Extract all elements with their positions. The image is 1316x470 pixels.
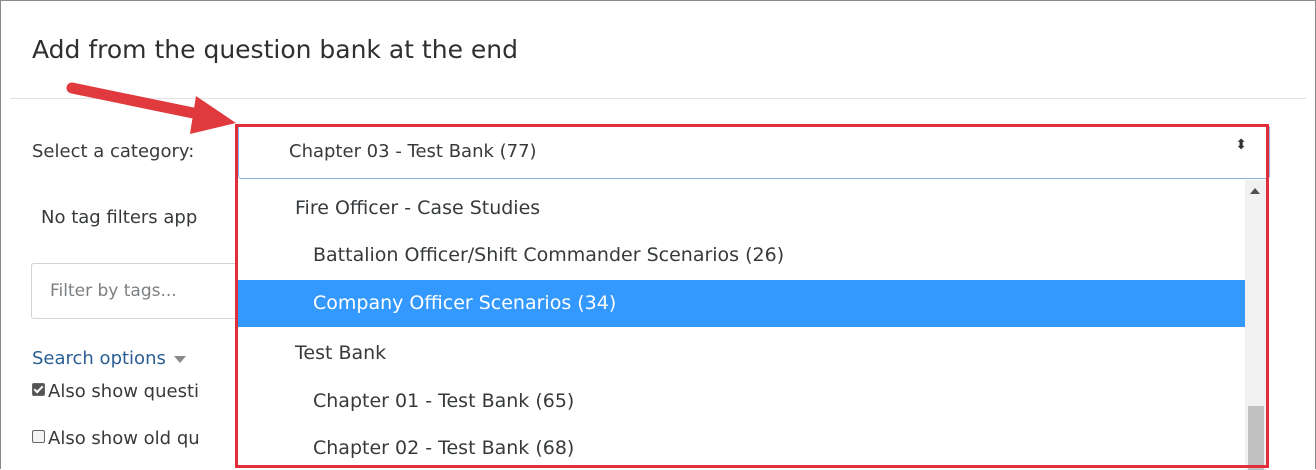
- dropdown-option[interactable]: Test Bank: [238, 330, 1245, 377]
- search-options-toggle[interactable]: Search options: [32, 348, 186, 369]
- caret-down-icon: [173, 355, 186, 363]
- filter-tags-placeholder: Filter by tags...: [50, 281, 177, 301]
- scroll-thumb[interactable]: [1248, 406, 1264, 470]
- category-dropdown-list[interactable]: Fire Officer - Case Studies Battalion Of…: [238, 180, 1267, 470]
- select-caret-icon: ⬍: [1235, 137, 1247, 153]
- dialog: Add from the question bank at the end Se…: [0, 0, 1316, 470]
- show-old-label: Also show old qu: [48, 428, 200, 449]
- show-old-option[interactable]: Also show old qu: [32, 428, 200, 449]
- filter-tags-input[interactable]: Filter by tags...: [31, 263, 271, 319]
- dropdown-option-selected[interactable]: Company Officer Scenarios (34): [238, 280, 1245, 327]
- show-questions-option[interactable]: Also show questi: [32, 381, 199, 402]
- dropdown-scrollbar[interactable]: [1245, 180, 1267, 470]
- category-select[interactable]: Chapter 03 - Test Bank (77) ⬍: [238, 125, 1270, 179]
- tag-filter-status: No tag filters app: [41, 207, 198, 228]
- show-questions-label: Also show questi: [48, 381, 200, 402]
- category-label: Select a category:: [32, 141, 195, 162]
- show-old-checkbox[interactable]: [32, 430, 45, 443]
- dropdown-option[interactable]: Battalion Officer/Shift Commander Scenar…: [238, 232, 1245, 279]
- show-questions-checkbox[interactable]: [32, 383, 45, 396]
- category-select-value: Chapter 03 - Test Bank (77): [289, 141, 537, 162]
- dropdown-option[interactable]: Chapter 01 - Test Bank (65): [238, 378, 1245, 425]
- scroll-up-icon[interactable]: [1250, 188, 1260, 194]
- dropdown-option[interactable]: Fire Officer - Case Studies: [238, 185, 1245, 232]
- dropdown-option[interactable]: Chapter 02 - Test Bank (68): [238, 425, 1245, 470]
- search-options-label: Search options: [32, 348, 166, 369]
- title-divider: [10, 98, 1306, 99]
- dialog-title: Add from the question bank at the end: [32, 35, 518, 64]
